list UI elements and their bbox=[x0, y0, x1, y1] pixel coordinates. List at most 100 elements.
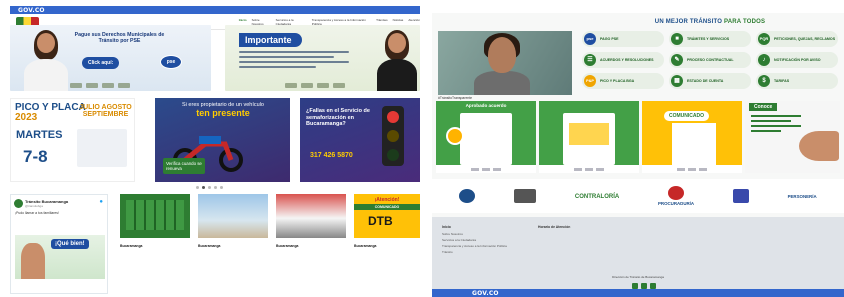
partner-logo-personeria[interactable]: PERSONERÍA bbox=[788, 193, 817, 199]
carousel-dot[interactable] bbox=[196, 186, 199, 189]
traffic-light-title: ¿Fallas en el Servicio de semaforización… bbox=[306, 108, 370, 128]
service-proceso-contractual[interactable]: ✎ PROCESO CONTRACTUAL bbox=[669, 52, 751, 68]
attention-label: ¡Atención! bbox=[374, 197, 400, 203]
news-title[interactable]: Bucaramanga bbox=[198, 244, 268, 248]
services-panel: #TránsitoTransparente UN MEJOR TRÁNSITO … bbox=[432, 13, 844, 297]
banner-pse[interactable]: Pague sus Derechos Municipales de Tránsi… bbox=[10, 25, 211, 91]
bell-icon: ♪ bbox=[758, 54, 770, 66]
pse-banner-title: Pague sus Derechos Municipales de Tránsi… bbox=[74, 32, 165, 44]
service-pqr[interactable]: PQR PETICIONES, QUEJAS, RECLAMOS bbox=[756, 31, 838, 47]
footer-heading[interactable]: Inicio bbox=[442, 225, 507, 229]
footer-link[interactable]: Servicios a la Ciudadanía bbox=[442, 238, 507, 242]
gov-logo[interactable]: GOV.CO bbox=[18, 7, 45, 14]
document-image bbox=[460, 113, 512, 165]
partner-logo-contraloria[interactable]: CONTRALORÍA bbox=[575, 193, 619, 200]
video-player[interactable] bbox=[438, 31, 572, 95]
promo-card[interactable]: Conoce bbox=[745, 101, 840, 173]
news-thumbnail[interactable] bbox=[276, 194, 346, 238]
carousel-dot[interactable] bbox=[214, 186, 217, 189]
news-card[interactable]: Bucaramanga bbox=[198, 194, 268, 292]
service-notificacion[interactable]: ♪ NOTIFICACIÓN POR AVISO bbox=[756, 52, 838, 68]
twitter-handle[interactable]: @transitobga bbox=[25, 204, 43, 208]
promo-title: COMUNICADO bbox=[664, 111, 709, 121]
partner-logo[interactable] bbox=[732, 189, 749, 203]
service-label: PETICIONES, QUEJAS, RECLAMOS bbox=[774, 36, 836, 41]
promo-title: Conoce bbox=[749, 103, 778, 111]
news-title[interactable]: Bucaramanga bbox=[354, 244, 420, 248]
pico-y-placa-card[interactable]: PICO Y PLACA 2023 JULIO AGOSTO SEPTIEMBRE… bbox=[10, 98, 135, 182]
footer-copyright: Dirección de Tránsito de Bucaramanga bbox=[612, 275, 664, 279]
dollar-icon: $ bbox=[758, 75, 770, 87]
dtb-logo: DTB bbox=[368, 214, 393, 228]
homepage-panel: GOV.CO Inicio Sobre Nosotros Servicios a… bbox=[10, 6, 420, 296]
promo-card[interactable]: Aprobado acuerdo bbox=[436, 101, 536, 173]
traffic-light-card[interactable]: ¿Fallas en el Servicio de semaforización… bbox=[300, 98, 420, 182]
promo-card[interactable]: COMUNICADO bbox=[642, 101, 742, 173]
woman-image bbox=[24, 30, 68, 91]
tweet-text: ¡Pudo llamar a tus familiares! bbox=[15, 211, 59, 215]
section-title: UN MEJOR TRÁNSITO PARA TODOS bbox=[654, 19, 766, 25]
carousel-dot[interactable] bbox=[208, 186, 211, 189]
account-icon: ▦ bbox=[671, 75, 683, 87]
partner-logo[interactable] bbox=[514, 189, 537, 203]
service-estado-cuenta[interactable]: ▦ ESTADO DE CUENTA bbox=[669, 73, 751, 89]
partner-logo-strip bbox=[70, 83, 130, 88]
footer-heading: Horario de Atención bbox=[538, 225, 571, 229]
gov-bar-bottom: GOV.CO bbox=[432, 289, 844, 297]
traffic-light-phone: 317 426 5870 bbox=[310, 152, 353, 159]
news-thumbnail[interactable] bbox=[120, 194, 190, 238]
gov-bar: GOV.CO bbox=[10, 6, 420, 14]
partner-logo-strip bbox=[642, 165, 742, 173]
service-label: ESTADO DE CUENTA bbox=[687, 78, 724, 83]
service-pico-placa[interactable]: P&P PICO Y PLACA BGA bbox=[582, 73, 664, 89]
partner-logo[interactable] bbox=[459, 189, 476, 203]
tweet-image-badge: ¡Qué bien! bbox=[51, 239, 89, 249]
service-tramites[interactable]: ■ TRÁMITES Y SERVICIOS bbox=[669, 31, 751, 47]
twitter-feed[interactable]: Tránsito Bucaramanga @transitobga ● ¡Pud… bbox=[10, 194, 108, 294]
service-tarifas[interactable]: $ TARIFAS bbox=[756, 73, 838, 89]
partner-logo-procuraduria[interactable]: PROCURADURÍA bbox=[658, 186, 694, 206]
service-label: NOTIFICACIÓN POR AVISO bbox=[774, 57, 821, 62]
news-card[interactable]: Bucaramanga bbox=[120, 194, 190, 292]
news-card[interactable]: ¡Atención! COMUNICADO DTB Bucaramanga bbox=[354, 194, 420, 292]
footer-link[interactable]: Tránsito bbox=[442, 250, 507, 254]
footer-link[interactable]: Transparencia y Acceso a la Información … bbox=[442, 244, 507, 248]
service-label: TRÁMITES Y SERVICIOS bbox=[687, 36, 730, 41]
news-card[interactable]: Bucaramanga bbox=[276, 194, 346, 292]
pico-day: MARTES bbox=[16, 129, 63, 141]
news-thumbnail[interactable]: ¡Atención! COMUNICADO DTB bbox=[354, 194, 420, 238]
tweet-image[interactable]: ¡Qué bien! bbox=[15, 235, 105, 279]
news-title[interactable]: Bucaramanga bbox=[120, 244, 190, 248]
pse-icon: pse bbox=[584, 33, 596, 45]
service-label: TARIFAS bbox=[774, 78, 790, 83]
partner-logo-strip bbox=[436, 165, 536, 173]
services-grid: pse PAGO PSE ■ TRÁMITES Y SERVICIOS PQR PET… bbox=[582, 31, 838, 89]
carousel-dot[interactable] bbox=[220, 186, 223, 189]
traffic-light-icon bbox=[382, 106, 404, 166]
promo-title: Aprobado acuerdo bbox=[465, 103, 507, 108]
document-icon: ☰ bbox=[584, 54, 596, 66]
document-image bbox=[672, 123, 716, 167]
pico-digits: 7-8 bbox=[23, 147, 48, 166]
news-title[interactable]: Bucaramanga bbox=[276, 244, 346, 248]
site-footer: Inicio Sobre Nosotros Servicios a la Ciu… bbox=[432, 217, 844, 297]
carousel-dot-active[interactable] bbox=[202, 186, 205, 189]
twitter-bird-icon[interactable]: ● bbox=[99, 199, 103, 205]
gov-logo[interactable]: GOV.CO bbox=[472, 290, 499, 297]
service-pago-pse[interactable]: pse PAGO PSE bbox=[582, 31, 664, 47]
service-acuerdos[interactable]: ☰ ACUERDOS Y RESOLUCIONES bbox=[582, 52, 664, 68]
pico-title: PICO Y PLACA 2023 bbox=[15, 102, 86, 123]
twitter-avatar bbox=[14, 199, 23, 208]
promo-text-lines bbox=[751, 115, 801, 135]
banner-importante[interactable]: Importante bbox=[225, 25, 420, 91]
news-thumbnail[interactable] bbox=[198, 194, 268, 238]
pse-click-button[interactable]: Click aquí: bbox=[82, 57, 120, 69]
screenshot-root: GOV.CO Inicio Sobre Nosotros Servicios a… bbox=[0, 0, 844, 297]
vehicle-owner-card[interactable]: Si eres propietario de un vehículo ten pr… bbox=[155, 98, 290, 182]
seal-icon bbox=[446, 127, 464, 145]
promo-card[interactable] bbox=[539, 101, 639, 173]
partner-logo-strip bbox=[539, 165, 639, 173]
video-caption: #TránsitoTransparente bbox=[438, 96, 473, 100]
footer-col-horario: Horario de Atención bbox=[538, 225, 570, 232]
footer-link[interactable]: Sobre Nosotros bbox=[442, 232, 507, 236]
